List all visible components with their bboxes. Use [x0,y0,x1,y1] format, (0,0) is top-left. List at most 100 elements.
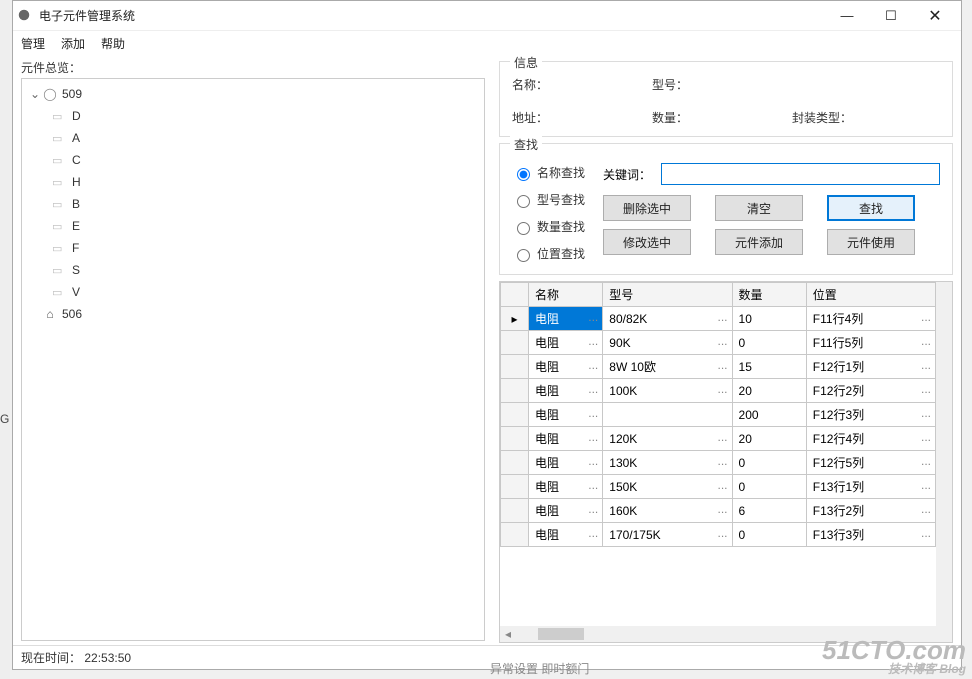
cell-loc[interactable]: F12行1列... [806,355,935,379]
cell-model[interactable] [603,403,732,427]
cell-qty[interactable]: 0 [732,523,806,547]
horizontal-scrollbar[interactable]: ◂ [500,626,936,642]
row-header[interactable] [501,403,529,427]
cell-model[interactable]: 100K... [603,379,732,403]
vertical-scrollbar[interactable] [936,282,952,642]
table-row[interactable]: ▸电阻...80/82K...10F11行4列... [501,307,936,331]
tree-item-D[interactable]: ▭D [24,105,482,127]
radio-by-qty[interactable]: 数量查找 [512,218,585,235]
radio-by-loc[interactable]: 位置查找 [512,245,585,262]
minimize-button[interactable]: — [825,2,869,30]
row-header[interactable] [501,475,529,499]
cell-name[interactable]: 电阻... [529,427,603,451]
table-row[interactable]: 电阻...150K...0F13行1列... [501,475,936,499]
info-legend: 信息 [510,54,542,71]
cell-model[interactable]: 160K... [603,499,732,523]
tree-item-H[interactable]: ▭H [24,171,482,193]
time-label: 现在时间： [21,649,81,666]
cell-loc[interactable]: F12行2列... [806,379,935,403]
file-icon: ▭ [52,242,68,255]
data-grid[interactable]: 名称 型号 数量 位置 ▸电阻...80/82K...10F11行4列...电阻… [499,281,953,643]
col-name[interactable]: 名称 [529,283,603,307]
radio-by-model[interactable]: 型号查找 [512,191,585,208]
table-row[interactable]: 电阻...120K...20F12行4列... [501,427,936,451]
cell-model[interactable]: 170/175K... [603,523,732,547]
cell-name[interactable]: 电阻... [529,451,603,475]
modify-selected-button[interactable]: 修改选中 [603,229,691,255]
table-row[interactable]: 电阻...130K...0F12行5列... [501,451,936,475]
menu-manage[interactable]: 管理 [21,35,45,52]
cell-qty[interactable]: 20 [732,379,806,403]
delete-selected-button[interactable]: 删除选中 [603,195,691,221]
cell-name[interactable]: 电阻... [529,331,603,355]
menu-help[interactable]: 帮助 [101,35,125,52]
component-add-button[interactable]: 元件添加 [715,229,803,255]
tree-item-A[interactable]: ▭A [24,127,482,149]
row-header[interactable] [501,427,529,451]
cell-qty[interactable]: 200 [732,403,806,427]
cell-loc[interactable]: F12行4列... [806,427,935,451]
close-button[interactable]: ✕ [913,2,957,30]
keyword-input[interactable] [661,163,940,185]
col-model[interactable]: 型号 [603,283,732,307]
cell-qty[interactable]: 0 [732,475,806,499]
cell-loc[interactable]: F12行3列... [806,403,935,427]
cell-name[interactable]: 电阻... [529,355,603,379]
col-qty[interactable]: 数量 [732,283,806,307]
tree-item-C[interactable]: ▭C [24,149,482,171]
table-row[interactable]: 电阻... 200F12行3列... [501,403,936,427]
row-header[interactable] [501,451,529,475]
cell-model[interactable]: 80/82K... [603,307,732,331]
row-header[interactable]: ▸ [501,307,529,331]
row-header[interactable] [501,331,529,355]
component-use-button[interactable]: 元件使用 [827,229,915,255]
cell-loc[interactable]: F12行5列... [806,451,935,475]
tree-item-E[interactable]: ▭E [24,215,482,237]
tree-sibling-506[interactable]: ⌂ 506 [24,303,482,325]
cell-model[interactable]: 8W 10欧... [603,355,732,379]
clear-button[interactable]: 清空 [715,195,803,221]
row-header[interactable] [501,499,529,523]
cell-qty[interactable]: 6 [732,499,806,523]
tree-item-F[interactable]: ▭F [24,237,482,259]
cell-model[interactable]: 150K... [603,475,732,499]
col-loc[interactable]: 位置 [806,283,935,307]
cell-name[interactable]: 电阻... [529,499,603,523]
cell-loc[interactable]: F13行2列... [806,499,935,523]
cell-model[interactable]: 130K... [603,451,732,475]
cell-name[interactable]: 电阻... [529,307,603,331]
maximize-button[interactable]: ☐ [869,2,913,30]
row-header[interactable] [501,355,529,379]
cell-qty[interactable]: 15 [732,355,806,379]
table-row[interactable]: 电阻...160K...6F13行2列... [501,499,936,523]
row-header[interactable] [501,523,529,547]
tree-item-S[interactable]: ▭S [24,259,482,281]
cell-qty[interactable]: 0 [732,331,806,355]
cell-model[interactable]: 90K... [603,331,732,355]
search-button[interactable]: 查找 [827,195,915,221]
cell-qty[interactable]: 10 [732,307,806,331]
bg-letter: G [0,412,9,426]
tree-root-509[interactable]: ⌄ ◯ 509 [24,83,482,105]
cell-loc[interactable]: F11行4列... [806,307,935,331]
cell-name[interactable]: 电阻... [529,523,603,547]
tree-item-B[interactable]: ▭B [24,193,482,215]
cell-qty[interactable]: 0 [732,451,806,475]
cell-name[interactable]: 电阻... [529,403,603,427]
tree-view[interactable]: ⌄ ◯ 509 ▭D▭A▭C▭H▭B▭E▭F▭S▭V ⌂ 506 [21,78,485,641]
table-row[interactable]: 电阻...8W 10欧...15F12行1列... [501,355,936,379]
table-row[interactable]: 电阻...100K...20F12行2列... [501,379,936,403]
menu-add[interactable]: 添加 [61,35,85,52]
row-header[interactable] [501,379,529,403]
cell-loc[interactable]: F11行5列... [806,331,935,355]
cell-name[interactable]: 电阻... [529,475,603,499]
table-row[interactable]: 电阻...90K...0F11行5列... [501,331,936,355]
cell-loc[interactable]: F13行1列... [806,475,935,499]
cell-loc[interactable]: F13行3列... [806,523,935,547]
cell-name[interactable]: 电阻... [529,379,603,403]
radio-by-name[interactable]: 名称查找 [512,164,585,181]
cell-model[interactable]: 120K... [603,427,732,451]
cell-qty[interactable]: 20 [732,427,806,451]
table-row[interactable]: 电阻...170/175K...0F13行3列... [501,523,936,547]
tree-item-V[interactable]: ▭V [24,281,482,303]
